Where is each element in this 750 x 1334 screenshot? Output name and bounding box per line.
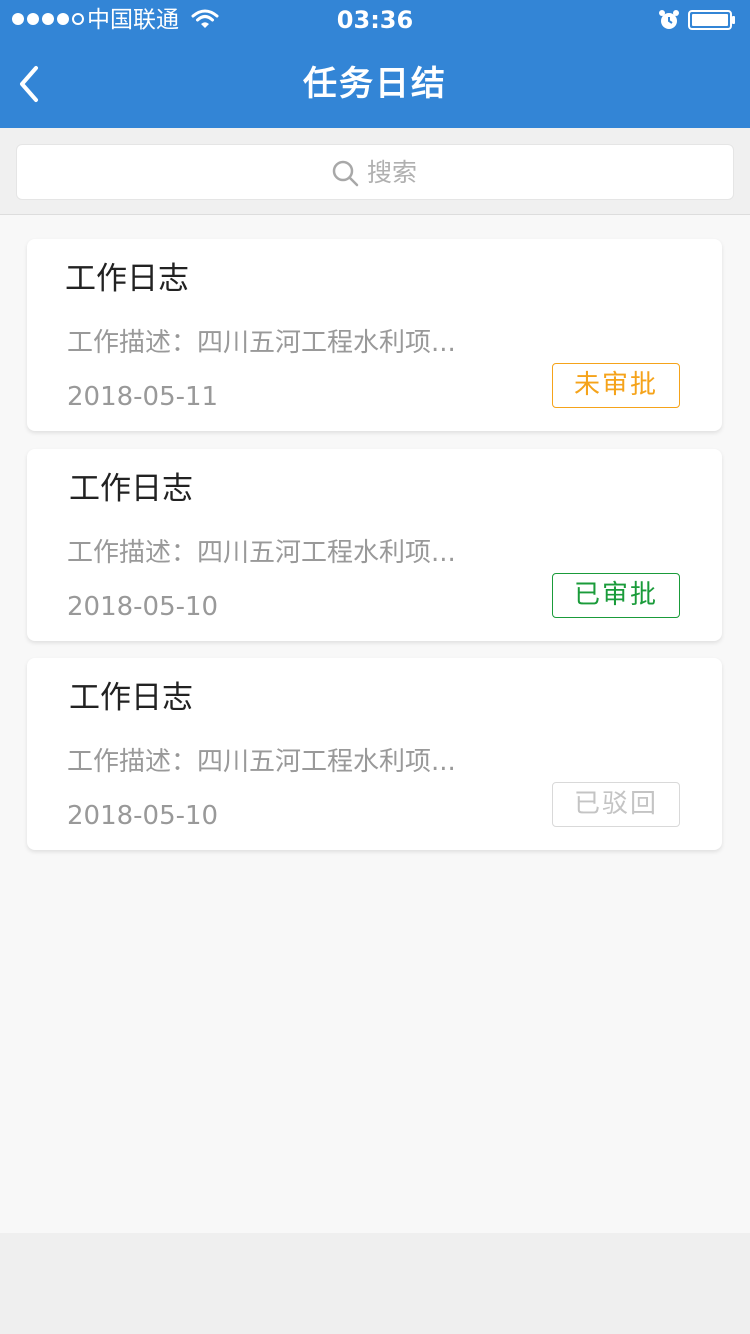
card-date: 2018-05-10 (67, 801, 219, 831)
page-title: 任务日结 (303, 64, 447, 104)
status-badge-rejected: 已驳回 (552, 782, 680, 827)
status-time: 03:36 (336, 6, 414, 34)
header: 中国联通 03:36 任务日结 (0, 0, 750, 128)
card-description: 工作描述：四川五河工程水利项... (67, 328, 456, 358)
card-title: 工作日志 (69, 680, 193, 716)
search-placeholder: 搜索 (367, 158, 418, 187)
status-badge-pending: 未审批 (552, 363, 680, 408)
card-description: 工作描述：四川五河工程水利项... (67, 747, 456, 777)
log-card[interactable]: 工作日志 工作描述：四川五河工程水利项... 2018-05-10 已驳回 (27, 658, 722, 850)
bottom-area (0, 1233, 750, 1334)
card-date: 2018-05-10 (67, 592, 219, 622)
card-description: 工作描述：四川五河工程水利项... (67, 538, 456, 568)
card-title: 工作日志 (65, 261, 189, 297)
search-input[interactable]: 搜索 (16, 144, 734, 200)
alarm-icon (659, 10, 679, 29)
search-icon (332, 160, 359, 187)
battery-icon (688, 10, 735, 30)
status-badge-approved: 已审批 (552, 573, 680, 618)
card-title: 工作日志 (69, 471, 193, 507)
search-area: 搜索 (0, 128, 750, 215)
log-list: 工作日志 工作描述：四川五河工程水利项... 2018-05-11 未审批 工作… (0, 215, 750, 1233)
nav-bar: 任务日结 (0, 40, 750, 128)
card-date: 2018-05-11 (67, 382, 219, 412)
status-bar: 中国联通 03:36 (0, 0, 750, 40)
log-card[interactable]: 工作日志 工作描述：四川五河工程水利项... 2018-05-11 未审批 (27, 239, 722, 431)
log-card[interactable]: 工作日志 工作描述：四川五河工程水利项... 2018-05-10 已审批 (27, 449, 722, 641)
